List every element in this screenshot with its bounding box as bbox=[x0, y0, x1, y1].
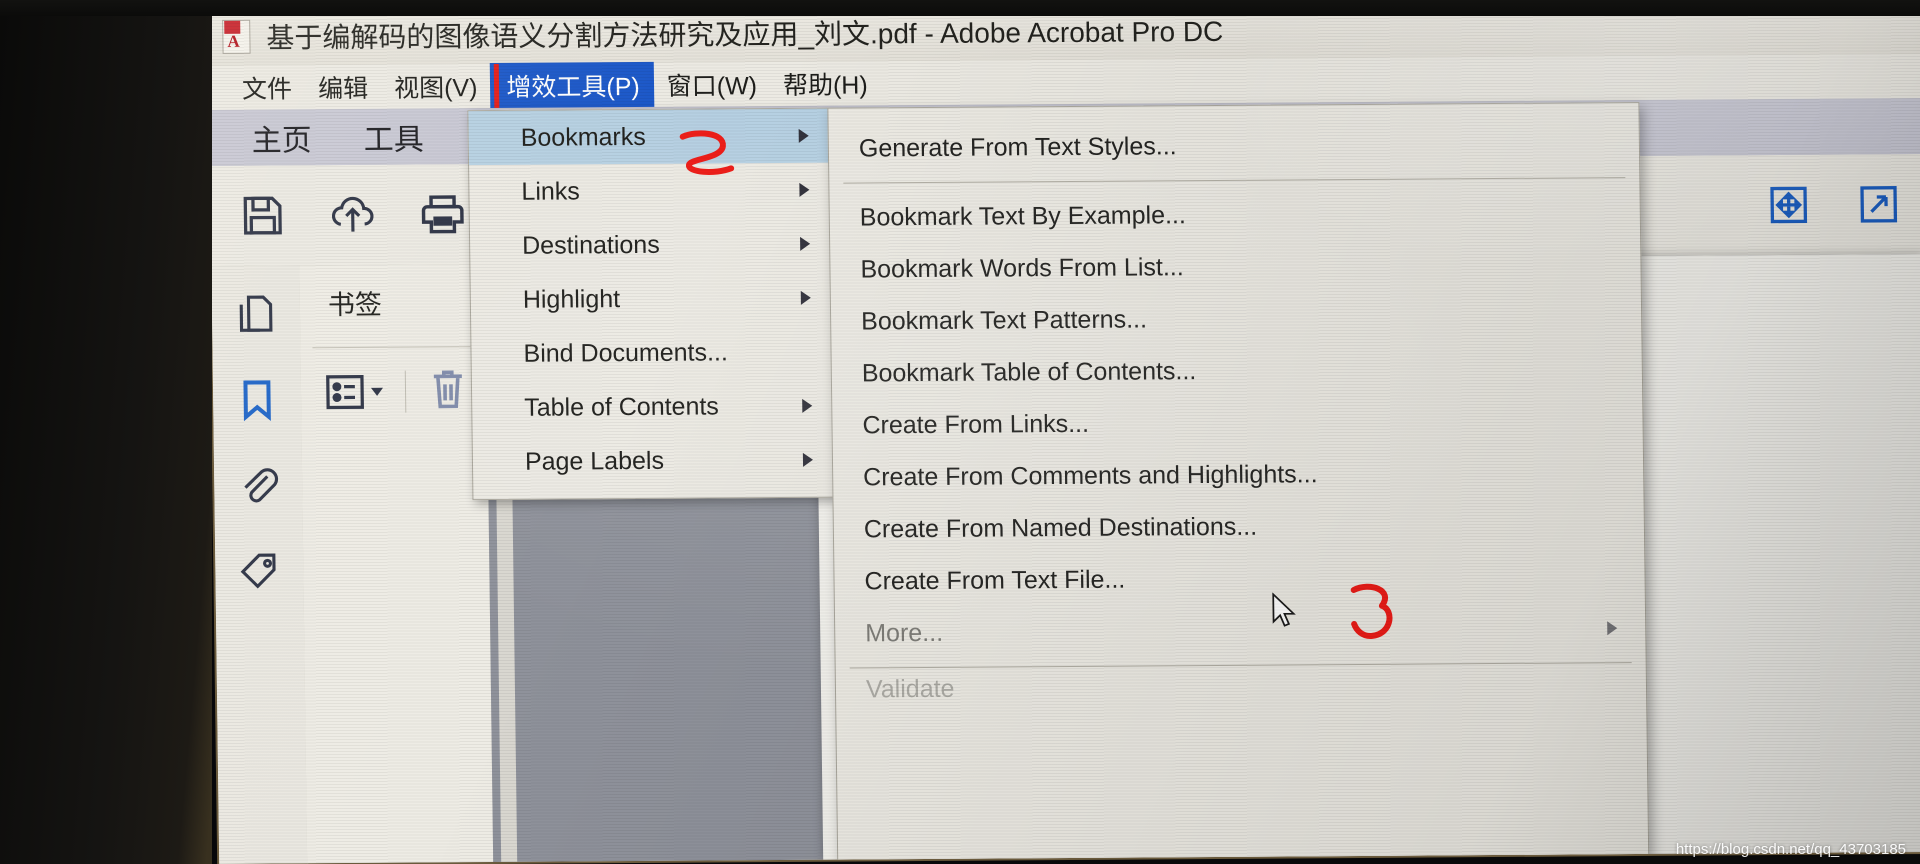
menu-item-destinations[interactable]: Destinations bbox=[470, 217, 833, 274]
submenu-arrow-icon bbox=[799, 182, 810, 197]
bookmark-icon[interactable] bbox=[229, 371, 286, 427]
menu-item-bind-documents[interactable]: Bind Documents... bbox=[471, 325, 834, 382]
tags-icon[interactable] bbox=[231, 543, 288, 599]
bookmarks-pane: 书签 bbox=[299, 264, 495, 864]
menubar-item-edit[interactable]: 编辑 bbox=[305, 65, 382, 110]
chevron-down-icon[interactable] bbox=[370, 387, 384, 396]
monitor-bezel-top bbox=[0, 0, 1920, 16]
bookmarks-pane-divider bbox=[312, 346, 483, 349]
submenu-item-create-from-links-label: Create From Links... bbox=[862, 409, 1090, 439]
menu-item-bind-documents-label: Bind Documents... bbox=[523, 337, 728, 368]
left-navigation-rail[interactable] bbox=[211, 265, 309, 864]
menu-item-table-of-contents[interactable]: Table of Contents bbox=[472, 379, 835, 436]
submenu-item-validate-label: Validate bbox=[865, 674, 955, 703]
submenu-item-create-from-text-file[interactable]: Create From Text File... bbox=[834, 550, 1645, 608]
submenu-item-bookmark-words-from-list[interactable]: Bookmark Words From List... bbox=[830, 238, 1641, 296]
acrobat-a-letter: A bbox=[227, 31, 240, 51]
menubar-item-plugins[interactable]: 增效工具(P) bbox=[490, 61, 655, 110]
submenu-item-bookmark-text-patterns-label: Bookmark Text Patterns... bbox=[860, 304, 1148, 335]
submenu-arrow-icon bbox=[802, 398, 813, 413]
submenu-item-create-from-named-destinations-label: Create From Named Destinations... bbox=[863, 512, 1258, 543]
menubar-item-window[interactable]: 窗口(W) bbox=[653, 62, 770, 107]
menu-item-page-labels[interactable]: Page Labels bbox=[473, 433, 836, 490]
window-title: 基于编解码的图像语义分割方法研究及应用_刘文.pdf - Adobe Acrob… bbox=[266, 15, 1224, 54]
submenu-item-create-from-comments-and-highlights-label: Create From Comments and Highlights... bbox=[863, 459, 1318, 491]
bookmarks-submenu[interactable]: Generate From Text Styles... Bookmark Te… bbox=[827, 102, 1650, 862]
monitor-bezel-left bbox=[0, 0, 212, 864]
submenu-item-bookmark-text-by-example-label: Bookmark Text By Example... bbox=[859, 200, 1187, 231]
submenu-item-more-label: More... bbox=[865, 618, 944, 647]
monitor-screen: A 基于编解码的图像语义分割方法研究及应用_刘文.pdf - Adobe Acr… bbox=[208, 0, 1920, 864]
cloud-upload-icon[interactable] bbox=[324, 187, 381, 243]
submenu-arrow-icon bbox=[800, 290, 811, 305]
submenu-arrow-icon bbox=[800, 236, 811, 251]
menu-item-links[interactable]: Links bbox=[469, 163, 832, 220]
menu-item-links-label: Links bbox=[521, 176, 580, 206]
menu-item-bookmarks-label: Bookmarks bbox=[520, 122, 646, 152]
delete-bookmark-icon[interactable] bbox=[428, 366, 469, 415]
menu-item-highlight-label: Highlight bbox=[522, 284, 621, 314]
menu-item-bookmarks[interactable]: Bookmarks bbox=[468, 108, 832, 166]
submenu-item-bookmark-words-from-list-label: Bookmark Words From List... bbox=[860, 252, 1184, 283]
save-icon[interactable] bbox=[234, 187, 291, 243]
menu-item-destinations-label: Destinations bbox=[521, 230, 660, 260]
submenu-item-bookmark-table-of-contents-label: Bookmark Table of Contents... bbox=[861, 356, 1197, 387]
page-thumbnails-icon[interactable] bbox=[228, 285, 285, 341]
print-icon[interactable] bbox=[414, 186, 471, 242]
attachment-icon[interactable] bbox=[230, 457, 287, 513]
submenu-item-create-from-comments-and-highlights[interactable]: Create From Comments and Highlights... bbox=[833, 446, 1644, 504]
bookmark-options-icon[interactable] bbox=[325, 373, 384, 409]
tab-tools[interactable]: 工具 bbox=[337, 114, 450, 159]
submenu-item-validate[interactable]: Validate bbox=[836, 671, 1646, 703]
submenu-item-create-from-text-file-label: Create From Text File... bbox=[864, 565, 1126, 595]
watermark-url: https://blog.csdn.net/qq_43703185 bbox=[1675, 841, 1906, 858]
submenu-item-bookmark-table-of-contents[interactable]: Bookmark Table of Contents... bbox=[831, 342, 1642, 400]
bookmarks-pane-toolbar[interactable] bbox=[325, 366, 469, 416]
submenu-item-bookmark-text-by-example[interactable]: Bookmark Text By Example... bbox=[829, 186, 1640, 244]
submenu-item-generate-from-text-styles[interactable]: Generate From Text Styles... bbox=[829, 117, 1640, 175]
submenu-item-bookmark-text-patterns[interactable]: Bookmark Text Patterns... bbox=[831, 290, 1642, 348]
menu-item-page-labels-label: Page Labels bbox=[524, 446, 665, 476]
submenu-arrow-icon bbox=[802, 452, 814, 467]
menu-item-highlight[interactable]: Highlight bbox=[470, 271, 833, 328]
plugins-dropdown-menu[interactable]: Bookmarks Links Destinations Highlight B… bbox=[467, 107, 837, 501]
bookmarks-toolbar-divider bbox=[404, 370, 407, 413]
submenu-arrow-icon bbox=[1607, 621, 1618, 636]
fullscreen-icon[interactable] bbox=[1850, 176, 1907, 232]
tab-home[interactable]: 主页 bbox=[225, 115, 338, 160]
submenu-item-create-from-links[interactable]: Create From Links... bbox=[832, 394, 1643, 452]
pan-tool-icon[interactable] bbox=[1760, 177, 1817, 233]
submenu-arrow-icon bbox=[798, 128, 809, 143]
submenu-separator bbox=[849, 662, 1632, 669]
acrobat-pdf-icon: A bbox=[222, 19, 252, 54]
menubar-item-view[interactable]: 视图(V) bbox=[381, 64, 491, 109]
menu-item-table-of-contents-label: Table of Contents bbox=[524, 391, 720, 422]
submenu-item-create-from-named-destinations[interactable]: Create From Named Destinations... bbox=[834, 498, 1645, 556]
bookmarks-pane-title: 书签 bbox=[327, 289, 383, 321]
submenu-item-generate-from-text-styles-label: Generate From Text Styles... bbox=[858, 131, 1177, 162]
submenu-separator bbox=[843, 177, 1626, 184]
submenu-item-more[interactable]: More... bbox=[835, 602, 1646, 660]
menubar-item-help[interactable]: 帮助(H) bbox=[770, 61, 881, 106]
menubar-item-file[interactable]: 文件 bbox=[229, 65, 306, 110]
